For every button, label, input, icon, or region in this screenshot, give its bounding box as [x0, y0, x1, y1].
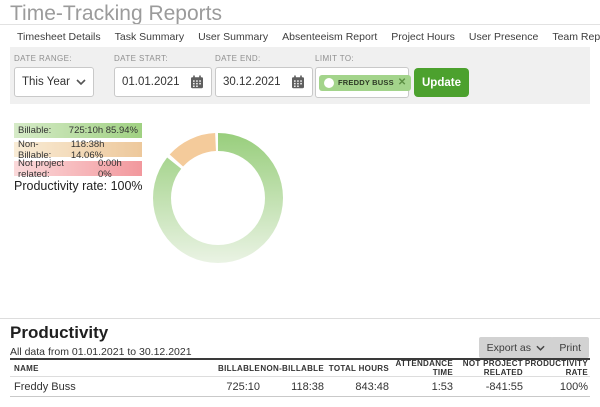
section-divider	[0, 318, 600, 319]
update-button[interactable]: Update	[414, 68, 469, 97]
date-range-select[interactable]: This Year	[14, 67, 94, 97]
tab-timesheet-details[interactable]: Timesheet Details	[10, 27, 108, 47]
tag-remove-icon[interactable]: ✕	[398, 78, 406, 88]
col-total-hours: TOTAL HOURS	[324, 364, 389, 373]
date-end-input[interactable]	[223, 76, 287, 88]
header-divider	[0, 24, 600, 25]
date-start-input[interactable]	[122, 76, 186, 88]
legend-label: Not project related:	[18, 158, 98, 180]
limit-to-box[interactable]: FREDDY BUSS ✕	[315, 67, 409, 98]
col-not-project-related: NOT PROJECT RELATED	[453, 359, 523, 377]
report-tabs: Timesheet Details Task Summary User Summ…	[10, 27, 594, 47]
export-as-button[interactable]: Export as	[479, 337, 553, 358]
print-label: Print	[559, 342, 581, 354]
date-start-label: DATE START:	[114, 54, 212, 63]
date-range-label: DATE RANGE:	[14, 54, 94, 63]
table-row[interactable]: Freddy Buss 725:10 118:38 843:48 1:53 -8…	[10, 376, 590, 397]
cell-not-project-related: -841:55	[453, 381, 523, 393]
col-name: NAME	[14, 364, 196, 373]
cell-name: Freddy Buss	[14, 381, 196, 393]
limit-to-label: LIMIT TO:	[315, 54, 409, 63]
export-as-label: Export as	[487, 342, 531, 354]
date-range-value: This Year	[22, 76, 70, 88]
date-start-group: DATE START:	[114, 54, 212, 97]
chevron-down-icon	[536, 345, 545, 351]
calendar-icon[interactable]	[291, 75, 305, 89]
col-billable: BILLABLE	[196, 364, 260, 373]
cell-billable: 725:10	[196, 381, 260, 393]
tab-team-report[interactable]: Team Report	[545, 27, 600, 47]
legend-item-non-billable: Non-Billable: 118:38h 14.06%	[14, 142, 142, 157]
col-non-billable: NON-BILLABLE	[260, 364, 324, 373]
tab-task-summary[interactable]: Task Summary	[108, 27, 191, 47]
cell-total-hours: 843:48	[324, 381, 389, 393]
table-header-row: NAME BILLABLE NON-BILLABLE TOTAL HOURS A…	[10, 358, 590, 376]
tab-project-hours[interactable]: Project Hours	[384, 27, 462, 47]
page-title: Time-Tracking Reports	[10, 2, 222, 26]
date-end-group: DATE END:	[215, 54, 313, 97]
report-heading: Productivity	[10, 323, 108, 343]
col-productivity-rate: PRODUCTIVITY RATE	[523, 359, 588, 377]
legend-label: Billable:	[18, 125, 51, 136]
legend-item-not-project-related: Not project related: 0:00h 0%	[14, 161, 142, 176]
productivity-rate-text: Productivity rate: 100%	[14, 179, 143, 193]
calendar-icon[interactable]	[190, 75, 204, 89]
col-attendance-time: ATTENDANCE TIME	[389, 359, 453, 377]
cell-attendance-time: 1:53	[389, 381, 453, 393]
legend-value: 0:00h 0%	[98, 158, 138, 180]
cell-non-billable: 118:38	[260, 381, 324, 393]
donut-segment-non-billable[interactable]	[170, 133, 216, 166]
date-end-box	[215, 67, 313, 97]
date-range-group: DATE RANGE: This Year	[14, 54, 94, 97]
report-subtitle: All data from 01.01.2021 to 30.12.2021	[10, 346, 192, 358]
filter-bar: DATE RANGE: This Year DATE START: DATE E…	[10, 47, 590, 104]
cell-productivity-rate: 100%	[523, 381, 588, 393]
tab-absenteeism-report[interactable]: Absenteeism Report	[275, 27, 384, 47]
productivity-table: NAME BILLABLE NON-BILLABLE TOTAL HOURS A…	[10, 358, 590, 397]
date-end-label: DATE END:	[215, 54, 313, 63]
chevron-down-icon	[76, 79, 86, 85]
limit-to-group: LIMIT TO: FREDDY BUSS ✕	[315, 54, 409, 98]
print-button[interactable]: Print	[551, 337, 589, 358]
date-start-box	[114, 67, 212, 97]
tab-user-summary[interactable]: User Summary	[191, 27, 275, 47]
tag-label: FREDDY BUSS	[338, 78, 394, 87]
user-tag: FREDDY BUSS ✕	[319, 75, 411, 91]
tab-user-presence[interactable]: User Presence	[462, 27, 545, 47]
legend-value: 725:10h 85.94%	[69, 125, 138, 136]
legend-item-billable: Billable: 725:10h 85.94%	[14, 123, 142, 138]
tag-avatar-circle	[324, 78, 334, 88]
productivity-donut-chart	[153, 133, 283, 263]
